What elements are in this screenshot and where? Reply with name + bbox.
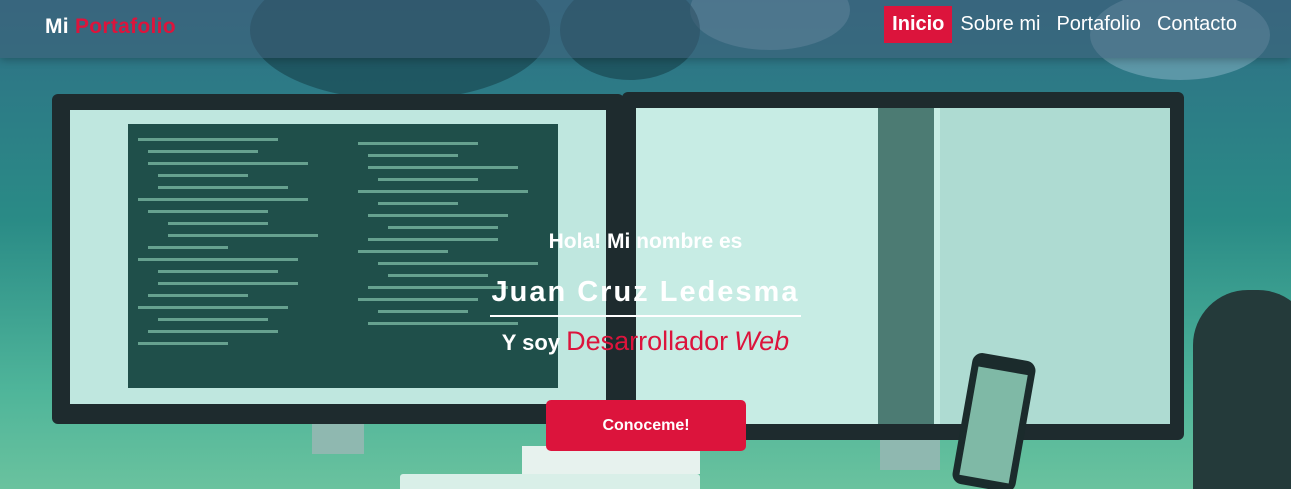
conoceme-button[interactable]: Conoceme! [546,400,746,451]
brand-prefix: Mi [45,15,69,38]
hero-name: Juan Cruz Ledesma [489,276,802,317]
role-title-emphasis: Web [734,326,790,356]
brand-highlight: Portafolio [74,15,176,38]
nav-item-inicio[interactable]: Inicio [884,6,953,43]
hero-name-wrap: Juan Cruz Ledesma [0,276,1291,317]
navbar: Mi Portafolio Inicio Sobre mi Portafolio … [0,0,1291,58]
role-prefix: Y soy [501,330,561,355]
role-title: Desarrollador [566,326,729,356]
brand-logo[interactable]: Mi Portafolio [45,15,176,39]
hero-section: Mi Portafolio Inicio Sobre mi Portafolio … [0,0,1291,489]
nav-menu: Inicio Sobre mi Portafolio Contacto [884,6,1245,43]
nav-item-sobre-mi[interactable]: Sobre mi [952,6,1048,43]
nav-item-portafolio[interactable]: Portafolio [1048,6,1149,43]
nav-item-contacto[interactable]: Contacto [1149,6,1245,43]
hero-role: Y soy Desarrollador Web [0,326,1291,357]
hero-greeting: Hola! Mi nombre es [548,230,743,253]
